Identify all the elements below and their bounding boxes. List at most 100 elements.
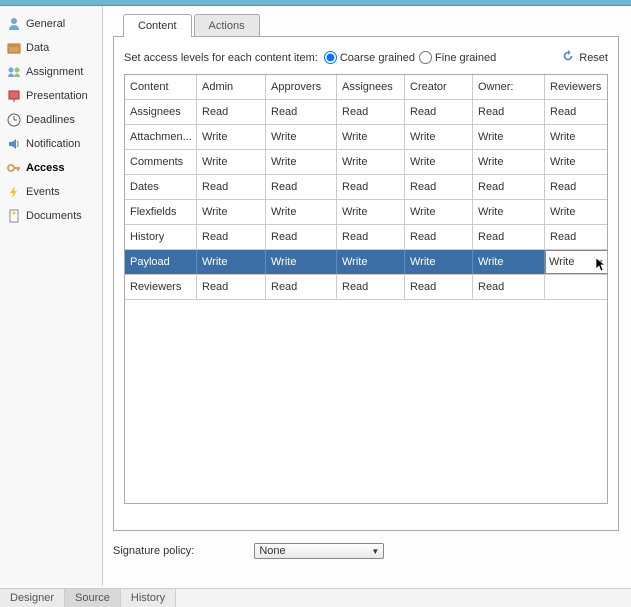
bottom-tab-designer[interactable]: Designer	[0, 589, 65, 607]
cell-value[interactable]: Write	[473, 250, 545, 274]
cell-value[interactable]: Write	[405, 125, 473, 149]
access-level-dropdown[interactable]: NoneReadWrite	[545, 273, 607, 274]
cell-value[interactable]: Write	[197, 125, 266, 149]
sidebar-item-deadlines[interactable]: Deadlines	[0, 108, 102, 132]
sidebar-item-general[interactable]: General	[0, 12, 102, 36]
cell-value[interactable]: Write	[197, 150, 266, 174]
cell-value[interactable]: Read	[405, 175, 473, 199]
cell-value[interactable]: Write	[473, 150, 545, 174]
cell-content[interactable]: Attachmen...	[125, 125, 197, 149]
grid-row[interactable]: CommentsWriteWriteWriteWriteWriteWrite	[125, 150, 607, 175]
col-creator[interactable]: Creator	[405, 75, 473, 99]
toolbar-row: Set access levels for each content item:…	[124, 49, 608, 66]
sidebar-item-assignment[interactable]: Assignment	[0, 60, 102, 84]
grid-row[interactable]: HistoryReadReadReadReadReadRead	[125, 225, 607, 250]
radio-fine[interactable]: Fine grained	[419, 51, 496, 64]
cell-value[interactable]: Write	[405, 200, 473, 224]
cell-value[interactable]: Write	[197, 200, 266, 224]
sidebar-item-events[interactable]: Events	[0, 180, 102, 204]
cell-value[interactable]: Read	[405, 225, 473, 249]
grid-row[interactable]: ReviewersReadReadReadReadRead	[125, 275, 607, 300]
cell-content[interactable]: Assignees	[125, 100, 197, 124]
cell-content[interactable]: Comments	[125, 150, 197, 174]
sidebar-item-documents[interactable]: Documents	[0, 204, 102, 228]
grid-row[interactable]: Attachmen...WriteWriteWriteWriteWriteWri…	[125, 125, 607, 150]
signature-select[interactable]: None ▼	[254, 543, 384, 559]
cell-value[interactable]: Read	[405, 275, 473, 299]
sidebar-item-notification[interactable]: Notification	[0, 132, 102, 156]
sidebar-item-data[interactable]: Data	[0, 36, 102, 60]
cell-value[interactable]: Write	[405, 150, 473, 174]
radio-coarse-input[interactable]	[324, 51, 337, 64]
cell-value[interactable]: Write	[545, 150, 607, 174]
grid-row[interactable]: DatesReadReadReadReadReadRead	[125, 175, 607, 200]
cell-value[interactable]: Read	[405, 100, 473, 124]
col-owner[interactable]: Owner:	[473, 75, 545, 99]
grid-row[interactable]: AssigneesReadReadReadReadReadRead	[125, 100, 607, 125]
cell-value[interactable]: Read	[197, 275, 266, 299]
cell-value[interactable]: Read	[337, 175, 405, 199]
col-content[interactable]: Content	[125, 75, 197, 99]
cell-value[interactable]: Read	[473, 175, 545, 199]
sidebar-item-label: Events	[26, 186, 60, 198]
cell-value[interactable]: Write	[266, 150, 337, 174]
cell-value[interactable]: Read	[266, 225, 337, 249]
cell-value[interactable]: Read	[545, 100, 607, 124]
col-assignees[interactable]: Assignees	[337, 75, 405, 99]
cell-value[interactable]: Write	[266, 125, 337, 149]
cell-value[interactable]: Read	[337, 100, 405, 124]
cell-value[interactable]: Write	[473, 125, 545, 149]
cell-value[interactable]: Write	[545, 200, 607, 224]
cell-content[interactable]: History	[125, 225, 197, 249]
cell-value[interactable]: Read	[266, 275, 337, 299]
cell-value[interactable]: Read	[337, 225, 405, 249]
cell-value[interactable]: Write	[266, 250, 337, 274]
cell-value[interactable]: Write	[197, 250, 266, 274]
bottom-tab-source[interactable]: Source	[65, 589, 121, 607]
cell-value[interactable]: Read	[266, 175, 337, 199]
cell-value[interactable]: Write	[337, 150, 405, 174]
cell-value[interactable]: Read	[545, 175, 607, 199]
sidebar-item-label: General	[26, 18, 65, 30]
radio-fine-label: Fine grained	[435, 52, 496, 64]
radio-coarse[interactable]: Coarse grained	[324, 51, 415, 64]
cell-value[interactable]: Read	[337, 275, 405, 299]
cell-value[interactable]: Write	[473, 200, 545, 224]
col-admin[interactable]: Admin	[197, 75, 266, 99]
grid-row[interactable]: FlexfieldsWriteWriteWriteWriteWriteWrite	[125, 200, 607, 225]
cell-value[interactable]: Read	[197, 100, 266, 124]
sidebar-item-label: Assignment	[26, 66, 83, 78]
col-reviewers[interactable]: Reviewers	[545, 75, 607, 99]
cell-content[interactable]: Flexfields	[125, 200, 197, 224]
sidebar-item-label: Presentation	[26, 90, 88, 102]
col-approvers[interactable]: Approvers	[266, 75, 337, 99]
cell-value[interactable]: Read	[545, 225, 607, 249]
cell-value[interactable]: Write	[337, 125, 405, 149]
cell-value[interactable]: Read	[473, 275, 545, 299]
tab-content[interactable]: Content	[123, 14, 192, 37]
cell-content[interactable]: Dates	[125, 175, 197, 199]
radio-fine-input[interactable]	[419, 51, 432, 64]
bottom-tab-history[interactable]: History	[121, 589, 176, 607]
cell-value[interactable]: Write	[337, 200, 405, 224]
content-panel: Set access levels for each content item:…	[113, 36, 619, 531]
signature-label: Signature policy:	[113, 545, 194, 557]
cell-value[interactable]: Read	[473, 225, 545, 249]
sidebar-item-access[interactable]: Access	[0, 156, 102, 180]
cell-content[interactable]: Payload	[125, 250, 197, 274]
cell-value[interactable]	[545, 275, 607, 299]
cell-value[interactable]: Read	[197, 175, 266, 199]
cell-value[interactable]: Read	[473, 100, 545, 124]
cell-value[interactable]: Read	[197, 225, 266, 249]
cell-value[interactable]: Read	[266, 100, 337, 124]
reset-button[interactable]: Reset	[561, 49, 608, 66]
tab-actions[interactable]: Actions	[194, 14, 260, 37]
cell-value[interactable]: Write	[337, 250, 405, 274]
cell-value[interactable]: Write	[545, 125, 607, 149]
access-level-select[interactable]: Write▼NoneReadWrite	[545, 250, 607, 274]
cell-content[interactable]: Reviewers	[125, 275, 197, 299]
grid-row[interactable]: PayloadWriteWriteWriteWriteWriteWrite▼No…	[125, 250, 607, 275]
cell-value[interactable]: Write	[405, 250, 473, 274]
sidebar-item-presentation[interactable]: Presentation	[0, 84, 102, 108]
cell-value[interactable]: Write	[266, 200, 337, 224]
